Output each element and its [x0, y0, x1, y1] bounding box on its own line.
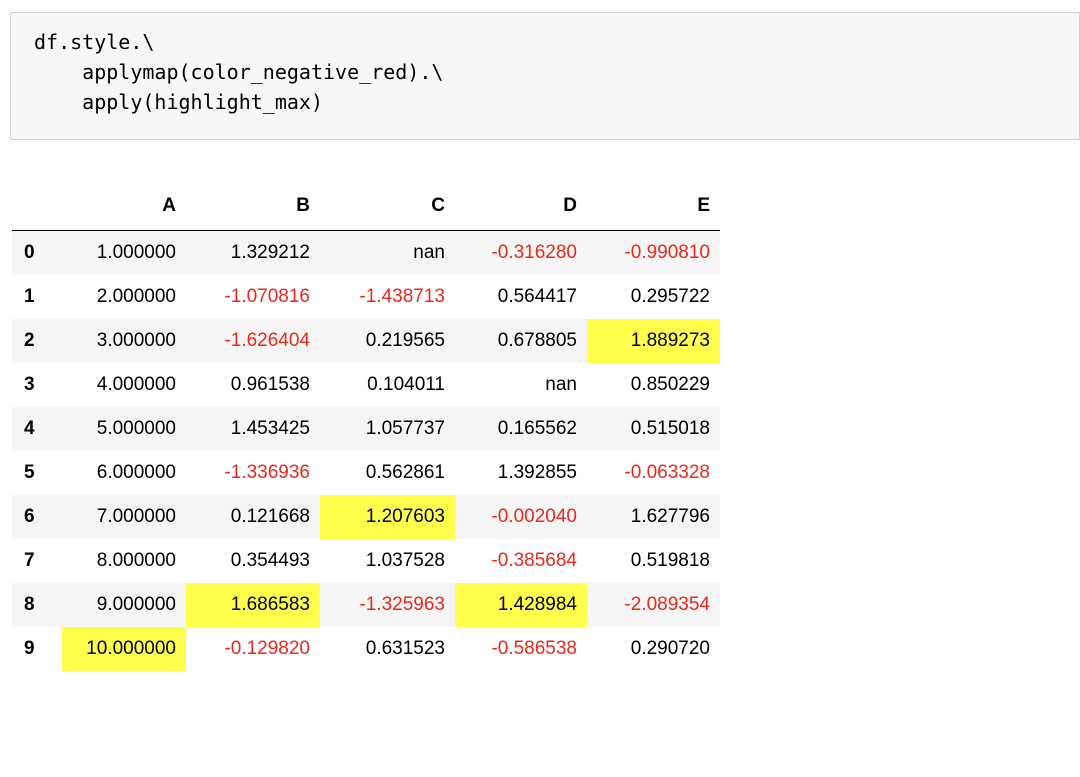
cell-col-a: 3.000000	[96, 329, 176, 351]
row-index: 3	[24, 373, 35, 395]
table-row: 4 5.000000 1.453425 1.057737 0.165562 0.51501…	[12, 406, 720, 451]
code-line-1: df.style.\	[34, 30, 155, 54]
cell-col-a: 8.000000	[96, 549, 176, 571]
cell-col-e: 1.627796	[630, 505, 710, 527]
code-line-3: apply(highlight_max)	[34, 90, 323, 114]
cell-col-d: -0.385684	[491, 549, 577, 571]
row-index: 9	[24, 637, 35, 659]
code-line-2: applymap(color_negative_red).\	[34, 60, 444, 84]
cell-col-d: 0.678805	[497, 329, 577, 351]
cell-col-e: -0.063328	[624, 461, 710, 483]
cell-col-a: 1.000000	[96, 241, 176, 263]
cell-col-c: 1.037528	[365, 549, 445, 571]
cell-col-e: -2.089354	[624, 593, 710, 615]
cell-col-c: 0.631523	[365, 637, 445, 659]
row-index: 0	[24, 241, 35, 263]
cell-col-c: nan	[413, 241, 445, 263]
cell-col-d: 0.564417	[497, 285, 577, 307]
cell-col-d: -0.586538	[491, 637, 577, 659]
header-index	[12, 182, 62, 231]
cell-col-b: -1.626404	[224, 329, 310, 351]
cell-col-b: 1.686583	[186, 582, 320, 627]
header-col-b: B	[186, 182, 320, 231]
cell-col-b: 0.961538	[230, 373, 310, 395]
cell-col-c: 1.207603	[320, 494, 455, 539]
table-row: 5 6.000000 -1.336936 0.562861 1.392855 -0.063…	[12, 451, 720, 495]
row-index: 6	[24, 505, 35, 527]
cell-col-c: -1.325963	[359, 593, 445, 615]
row-index: 8	[24, 593, 35, 615]
cell-col-e: 0.519818	[630, 549, 710, 571]
table-row: 0 1.000000 1.329212 nan -0.316280 -0.990810	[12, 230, 720, 275]
cell-col-a: 5.000000	[96, 417, 176, 439]
table-row: 7 8.000000 0.354493 1.037528 -0.385684 0.5198…	[12, 539, 720, 583]
table-row: 2 3.000000 -1.626404 0.219565 0.678805 1.8892…	[12, 318, 720, 363]
header-col-c: C	[320, 182, 455, 231]
cell-col-a: 4.000000	[96, 373, 176, 395]
cell-col-a: 7.000000	[96, 505, 176, 527]
cell-col-c: 0.562861	[365, 461, 445, 483]
cell-col-b: -1.070816	[224, 285, 310, 307]
table-row: 1 2.000000 -1.070816 -1.438713 0.564417 0.295…	[12, 275, 720, 319]
header-col-a: A	[62, 182, 186, 231]
cell-col-b: -1.336936	[224, 461, 310, 483]
cell-col-a: 9.000000	[96, 593, 176, 615]
code-cell[interactable]: df.style.\ applymap(color_negative_red).…	[10, 12, 1080, 140]
cell-col-a: 10.000000	[62, 626, 186, 671]
cell-col-e: 0.850229	[630, 373, 710, 395]
cell-col-b: 1.453425	[230, 417, 310, 439]
dataframe-table: A B C D E 0 1.000000 1.329212 nan -0.316280 -…	[12, 182, 720, 671]
row-index: 2	[24, 329, 35, 351]
row-index: 7	[24, 549, 35, 571]
header-col-d: D	[455, 182, 587, 231]
row-index: 1	[24, 285, 35, 307]
cell-col-b: -0.129820	[224, 637, 310, 659]
table-header: A B C D E	[12, 182, 720, 231]
cell-col-d: -0.316280	[491, 241, 577, 263]
table-row: 6 7.000000 0.121668 1.207603 -0.002040 1.6277…	[12, 494, 720, 539]
table-row: 9 10.000000 -0.129820 0.631523 -0.586538 0.29…	[12, 626, 720, 671]
cell-col-d: nan	[545, 373, 577, 395]
cell-col-e: 0.290720	[630, 637, 710, 659]
cell-col-d: -0.002040	[491, 505, 577, 527]
cell-col-a: 6.000000	[96, 461, 176, 483]
cell-col-a: 2.000000	[96, 285, 176, 307]
cell-col-e: -0.990810	[624, 241, 710, 263]
cell-col-c: 1.057737	[365, 417, 445, 439]
cell-col-e: 0.295722	[630, 285, 710, 307]
cell-col-e: 1.889273	[587, 318, 720, 363]
row-index: 5	[24, 461, 35, 483]
cell-col-c: 0.219565	[365, 329, 445, 351]
cell-col-e: 0.515018	[630, 417, 710, 439]
table-row: 3 4.000000 0.961538 0.104011 nan 0.850229	[12, 363, 720, 407]
cell-col-c: 0.104011	[367, 373, 445, 395]
cell-col-d: 0.165562	[497, 417, 577, 439]
cell-col-c: -1.438713	[359, 285, 445, 307]
header-col-e: E	[587, 182, 720, 231]
cell-col-d: 1.392855	[497, 461, 577, 483]
table-body: 0 1.000000 1.329212 nan -0.316280 -0.990810 1 2…	[12, 230, 720, 671]
cell-col-b: 1.329212	[230, 241, 310, 263]
cell-col-b: 0.354493	[230, 549, 310, 571]
cell-col-b: 0.121668	[230, 505, 310, 527]
cell-col-d: 1.428984	[455, 582, 587, 627]
row-index: 4	[24, 417, 35, 439]
table-row: 8 9.000000 1.686583 -1.325963 1.428984 -2.089…	[12, 582, 720, 627]
header-row: A B C D E	[12, 182, 720, 231]
